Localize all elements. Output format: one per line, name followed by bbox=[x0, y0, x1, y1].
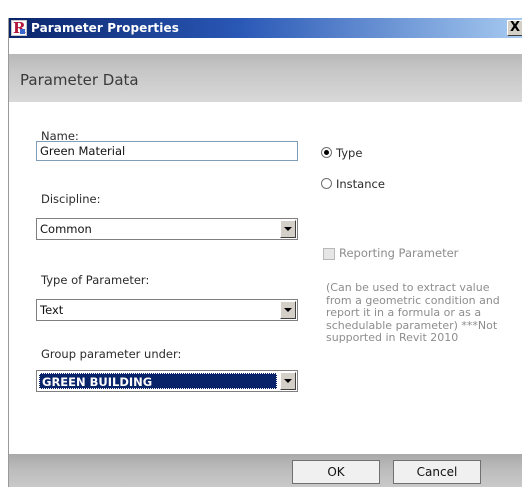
cancel-button[interactable]: Cancel bbox=[393, 460, 481, 484]
reporting-parameter-label: Reporting Parameter bbox=[339, 246, 459, 260]
title-bar[interactable]: R Parameter Properties X bbox=[9, 18, 522, 38]
discipline-dropdown[interactable]: Common bbox=[36, 218, 298, 240]
section-header: Parameter Data bbox=[9, 54, 522, 102]
app-icon-glyph: R bbox=[13, 19, 26, 37]
ok-button[interactable]: OK bbox=[292, 460, 380, 484]
parameter-properties-dialog: R Parameter Properties X Parameter Data … bbox=[8, 18, 522, 487]
type-radio[interactable] bbox=[321, 147, 332, 158]
discipline-value: Common bbox=[40, 222, 92, 236]
type-of-parameter-value: Text bbox=[40, 303, 64, 317]
instance-radio[interactable] bbox=[321, 178, 332, 189]
chevron-down-icon[interactable] bbox=[280, 220, 296, 238]
type-of-parameter-label: Type of Parameter: bbox=[41, 273, 150, 287]
section-title: Parameter Data bbox=[20, 71, 139, 89]
reporting-parameter-checkbox[interactable] bbox=[323, 248, 335, 260]
button-bar: OK Cancel bbox=[9, 454, 522, 487]
type-radio-label[interactable]: Type bbox=[336, 146, 362, 160]
group-parameter-value: GREEN BUILDING bbox=[39, 373, 277, 389]
type-of-parameter-dropdown[interactable]: Text bbox=[36, 299, 298, 321]
chevron-down-icon[interactable] bbox=[280, 372, 296, 390]
reporting-parameter-note: (Can be used to extract value from a geo… bbox=[326, 281, 500, 344]
group-parameter-label: Group parameter under: bbox=[41, 347, 182, 361]
name-input[interactable]: Green Material bbox=[36, 141, 298, 161]
chevron-down-icon[interactable] bbox=[280, 301, 296, 319]
window-title: Parameter Properties bbox=[31, 21, 179, 35]
discipline-label: Discipline: bbox=[41, 192, 101, 206]
revit-app-icon: R bbox=[11, 19, 27, 37]
close-icon: X bbox=[509, 20, 521, 35]
close-button[interactable]: X bbox=[507, 20, 522, 36]
group-parameter-dropdown[interactable]: GREEN BUILDING bbox=[36, 370, 298, 392]
instance-radio-label[interactable]: Instance bbox=[336, 177, 385, 191]
